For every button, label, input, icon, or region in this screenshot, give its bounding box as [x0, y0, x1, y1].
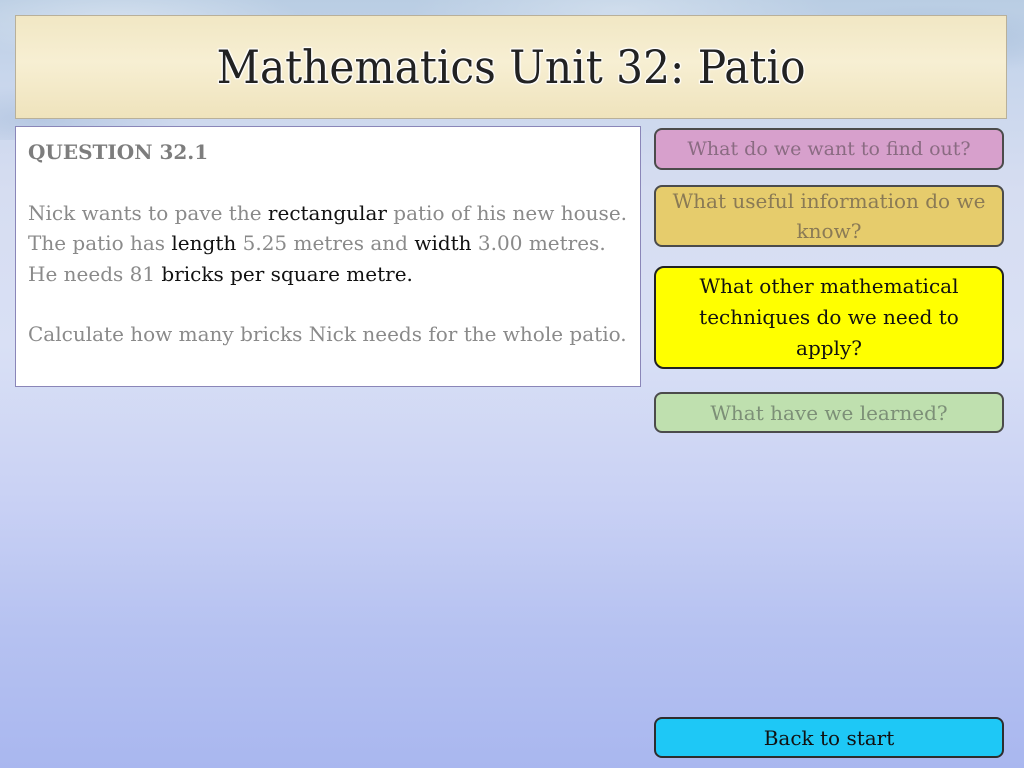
question-paragraph-1: Nick wants to pave the rectangular patio…	[28, 198, 628, 290]
keyword-bricks-per-square-metre: bricks per square metre.	[161, 261, 413, 286]
techniques-label: What other mathematical techniques do we…	[699, 274, 959, 360]
keyword-width: width	[414, 231, 472, 255]
page-title: Mathematics Unit 32: Patio	[216, 40, 806, 94]
find-out-button[interactable]: What do we want to find out?	[654, 128, 1004, 170]
keyword-length: length	[171, 231, 237, 255]
back-to-start-button[interactable]: Back to start	[654, 717, 1004, 758]
title-banner: Mathematics Unit 32: Patio	[15, 15, 1007, 119]
question-heading: QUESTION 32.1	[28, 140, 209, 164]
question-box: QUESTION 32.1 Nick wants to pave the rec…	[15, 126, 641, 387]
useful-info-button[interactable]: What useful information do we know?	[654, 185, 1004, 247]
back-to-start-label: Back to start	[763, 725, 895, 750]
techniques-button[interactable]: What other mathematical techniques do we…	[654, 266, 1004, 369]
question-paragraph-2: Calculate how many bricks Nick needs for…	[28, 322, 627, 346]
find-out-label: What do we want to find out?	[687, 138, 971, 160]
learned-button[interactable]: What have we learned?	[654, 392, 1004, 433]
keyword-rectangular: rectangular	[267, 200, 387, 225]
question-text-seg1: Nick wants to pave the	[28, 200, 268, 225]
question-text-seg5: 5.25 metres and	[236, 231, 415, 255]
useful-info-label: What useful information do we know?	[672, 189, 986, 243]
learned-label: What have we learned?	[710, 400, 948, 425]
